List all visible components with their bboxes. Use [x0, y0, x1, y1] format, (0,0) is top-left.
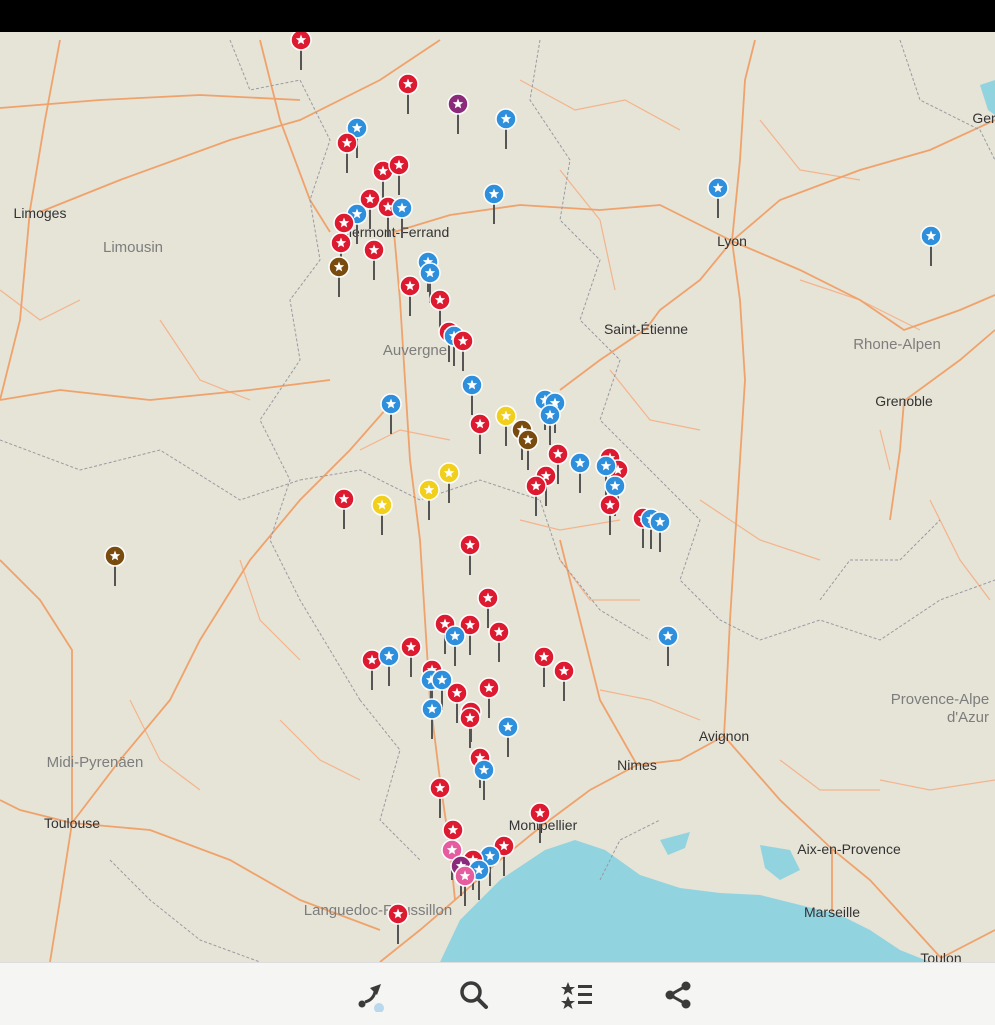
map-marker-blue[interactable]: [539, 404, 561, 445]
search-button[interactable]: [452, 973, 496, 1017]
map-marker-red[interactable]: [400, 636, 422, 677]
map-marker-purple[interactable]: [447, 93, 469, 134]
city-label: Lyon: [717, 233, 747, 249]
bottom-toolbar: [0, 962, 995, 1025]
lagoon: [660, 832, 690, 855]
route-icon: [358, 984, 384, 1012]
map-marker-red[interactable]: [387, 903, 409, 944]
region-label: Rhone-Alpen: [853, 336, 941, 353]
major-roads: [0, 39, 995, 962]
city-label: Clermont-Ferrand: [339, 224, 449, 240]
map-marker-red[interactable]: [336, 132, 358, 173]
share-button[interactable]: [656, 973, 700, 1017]
bookmark-list-icon: [561, 982, 592, 1009]
share-icon: [665, 981, 691, 1009]
region-label: Provence-Alpe: [891, 691, 989, 708]
map-marker-red[interactable]: [459, 534, 481, 575]
map-marker-red[interactable]: [478, 677, 500, 718]
map-marker-blue[interactable]: [378, 645, 400, 686]
map-marker-blue[interactable]: [707, 177, 729, 218]
map-marker-red[interactable]: [333, 488, 355, 529]
sea: [440, 840, 930, 962]
map-marker-red[interactable]: [599, 494, 621, 535]
city-label: Ger: [972, 110, 995, 126]
map-marker-red[interactable]: [533, 646, 555, 687]
city-label: Marseille: [804, 904, 860, 920]
map-marker-red[interactable]: [477, 587, 499, 628]
map-marker-blue[interactable]: [569, 452, 591, 493]
city-label: Limoges: [14, 205, 67, 221]
map-marker-blue[interactable]: [483, 183, 505, 224]
map-marker-blue[interactable]: [495, 108, 517, 149]
map-marker-red[interactable]: [459, 707, 481, 748]
region-label: Limousin: [103, 239, 163, 256]
region-label: Midi-Pyrenäen: [47, 754, 144, 771]
map-marker-blue[interactable]: [444, 625, 466, 666]
map-marker-red[interactable]: [488, 621, 510, 662]
map-canvas[interactable]: Limousin Auvergne Rhone-Alpen Provence-Alpe…: [0, 32, 995, 962]
map-marker-blue[interactable]: [461, 374, 483, 415]
city-label: Toulon: [920, 950, 961, 962]
map-marker-red[interactable]: [469, 413, 491, 454]
map-marker-blue[interactable]: [421, 698, 443, 739]
search-icon: [460, 981, 488, 1009]
city-label: Grenoble: [875, 393, 933, 409]
map-marker-blue[interactable]: [473, 759, 495, 800]
map-marker-blue[interactable]: [657, 625, 679, 666]
city-label: Aix-en-Provence: [797, 841, 901, 857]
city-label: Nimes: [617, 757, 657, 773]
status-bar: [0, 0, 995, 32]
map-marker-brown[interactable]: [104, 545, 126, 586]
map-marker-red[interactable]: [429, 777, 451, 818]
map-marker-red[interactable]: [452, 330, 474, 371]
lagoon: [760, 845, 800, 880]
map-marker-yellow[interactable]: [438, 462, 460, 503]
region-borders: [0, 39, 995, 962]
map-marker-red[interactable]: [363, 239, 385, 280]
map-marker-red[interactable]: [397, 73, 419, 114]
map-marker-brown[interactable]: [328, 256, 350, 297]
route-button[interactable]: [350, 973, 394, 1017]
city-label: Saint-Étienne: [604, 321, 688, 337]
map-marker-yellow[interactable]: [371, 494, 393, 535]
map-view[interactable]: Limousin Auvergne Rhone-Alpen Provence-Alpe…: [0, 32, 995, 962]
region-label: Auvergne: [383, 342, 447, 359]
city-label: Avignon: [699, 728, 749, 744]
map-marker-blue[interactable]: [920, 225, 942, 266]
region-label: d'Azur: [947, 709, 989, 726]
map-marker-blue[interactable]: [649, 511, 671, 552]
map-marker-blue[interactable]: [380, 393, 402, 434]
map-marker-red[interactable]: [553, 660, 575, 701]
map-marker-yellow[interactable]: [418, 479, 440, 520]
bookmarks-button[interactable]: [555, 973, 599, 1017]
map-marker-blue[interactable]: [497, 716, 519, 757]
map-marker-red[interactable]: [290, 32, 312, 70]
region-label: Languedoc-Roussillon: [304, 902, 452, 919]
city-label: Toulouse: [44, 815, 100, 831]
map-marker-red[interactable]: [399, 275, 421, 316]
